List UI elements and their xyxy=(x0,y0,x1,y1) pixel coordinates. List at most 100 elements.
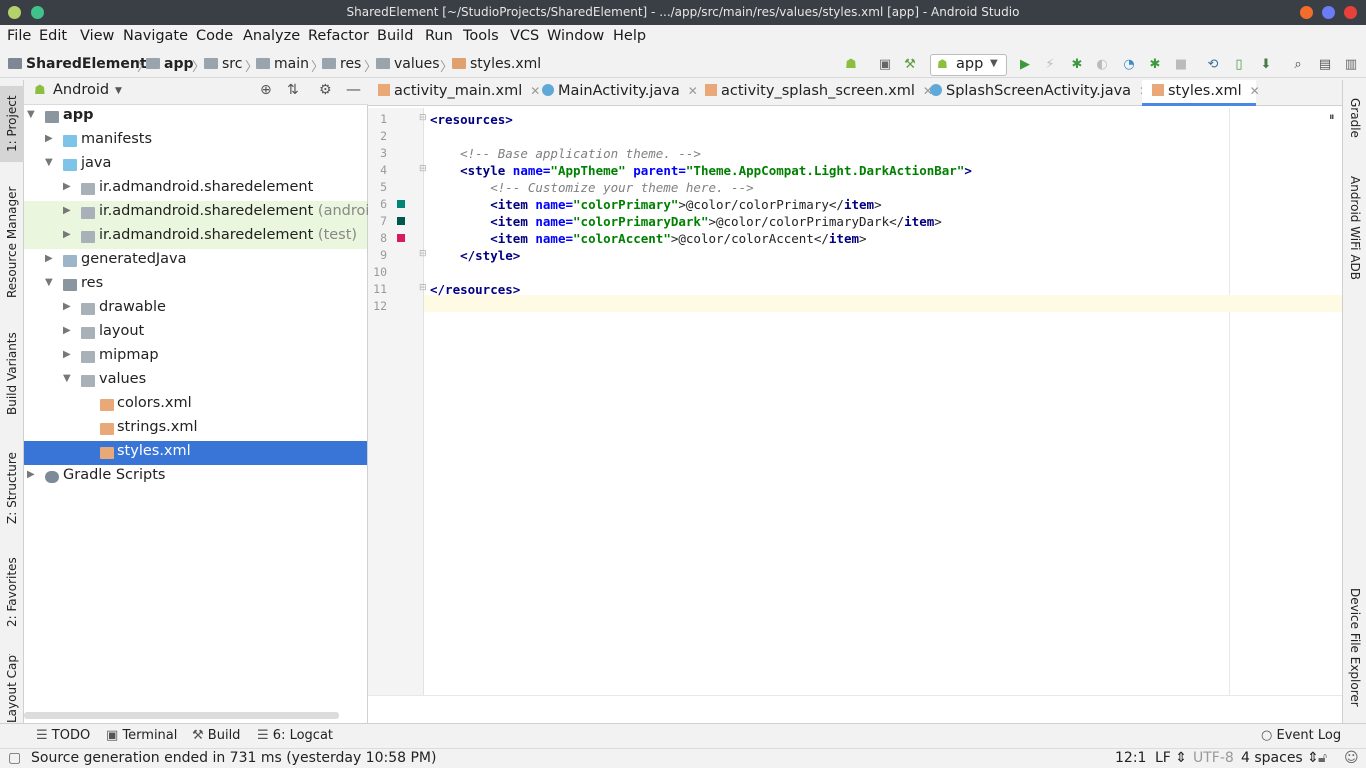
file-encoding[interactable]: UTF-8 xyxy=(1193,750,1234,766)
coverage-icon[interactable]: ◐ xyxy=(1094,57,1110,73)
breadcrumb-src[interactable]: src xyxy=(204,56,242,72)
tool-layout-captures[interactable]: Layout Captures xyxy=(0,654,24,723)
sdk-manager-icon[interactable]: ⬇ xyxy=(1258,57,1274,73)
profile-icon[interactable]: ◔ xyxy=(1121,57,1137,73)
tree-item-colors-xml[interactable]: colors.xml xyxy=(24,393,367,417)
tab-splashscreenactivity-java[interactable]: SplashScreenActivity.java✕ xyxy=(920,80,1149,106)
attach-debugger-icon[interactable]: ✱ xyxy=(1147,57,1163,73)
tool-device-file-explorer[interactable]: Device File Explorer xyxy=(1343,580,1366,715)
menu-edit[interactable]: Edit xyxy=(39,28,67,44)
android-icon: ☗ xyxy=(34,83,46,98)
terminal-toolbar-icon[interactable]: ▥ xyxy=(1343,57,1359,73)
tree-item-layout[interactable]: ▶ layout xyxy=(24,321,367,345)
lock-icon[interactable]: 🔓︎ xyxy=(1318,750,1327,766)
menu-vcs[interactable]: VCS xyxy=(510,28,539,44)
menu-analyze[interactable]: Analyze xyxy=(243,28,300,44)
apply-changes-icon[interactable]: ⚡ xyxy=(1042,57,1058,73)
hide-panel-icon[interactable]: — xyxy=(346,80,361,98)
tab-mainactivity-java[interactable]: MainActivity.java ✕ xyxy=(532,80,698,106)
tool-build[interactable]: ⚒ Build xyxy=(192,728,240,743)
inspector-icon[interactable]: ☺ xyxy=(1344,750,1359,766)
tree-item-gradle-scripts[interactable]: ▶ Gradle Scripts xyxy=(24,465,367,489)
toggle-tool-windows-icon[interactable]: ▢ xyxy=(8,750,21,766)
tree-item-package-test[interactable]: ▶ ir.admandroid.sharedelement (test) xyxy=(24,225,367,249)
caret-position[interactable]: 12:1 xyxy=(1115,750,1146,766)
menu-view[interactable]: View xyxy=(80,28,114,44)
menu-tools[interactable]: Tools xyxy=(463,28,499,44)
tree-item-styles-xml[interactable]: styles.xml xyxy=(24,441,367,465)
tool-terminal[interactable]: ▣ Terminal xyxy=(106,728,177,743)
minimize-button[interactable] xyxy=(1300,6,1313,19)
breadcrumb-res[interactable]: res xyxy=(322,56,361,72)
menu-file[interactable]: File xyxy=(7,28,31,44)
tool-logcat[interactable]: ☰ 6: Logcat xyxy=(257,728,333,743)
tool-gradle[interactable]: Gradle xyxy=(1343,88,1366,148)
breadcrumb-main[interactable]: main xyxy=(256,56,309,72)
menu-run[interactable]: Run xyxy=(425,28,453,44)
menu-bar: File Edit View Navigate Code Analyze Ref… xyxy=(0,25,1366,50)
tree-item-java[interactable]: ▼ java xyxy=(24,153,367,177)
tree-item-strings-xml[interactable]: strings.xml xyxy=(24,417,367,441)
search-icon[interactable]: ⌕ xyxy=(1290,57,1306,73)
maximize-button[interactable] xyxy=(1322,6,1335,19)
breadcrumb-values[interactable]: values xyxy=(376,56,440,72)
stop-icon[interactable]: ■ xyxy=(1173,57,1189,73)
gear-icon[interactable]: ⚙ xyxy=(319,82,332,98)
line-separator[interactable]: LF ⇕ xyxy=(1155,750,1187,766)
color-primary-swatch-icon[interactable] xyxy=(397,200,405,208)
tree-item-app[interactable]: ▼ app xyxy=(24,105,367,129)
gradle-sync-icon[interactable]: ⟲ xyxy=(1205,57,1221,73)
color-accent-swatch-icon[interactable] xyxy=(397,234,405,242)
tab-activity-splash-screen-xml[interactable]: activity_splash_screen.xml ✕ xyxy=(695,80,933,106)
breadcrumb-file[interactable]: styles.xml xyxy=(452,56,541,72)
menu-refactor[interactable]: Refactor xyxy=(308,28,369,44)
indent-setting[interactable]: 4 spaces ⇕ xyxy=(1241,750,1319,766)
make-project-icon[interactable]: ⚒ xyxy=(902,57,918,73)
breadcrumb-app[interactable]: app xyxy=(146,56,194,72)
menu-navigate[interactable]: Navigate xyxy=(123,28,188,44)
tree-item-manifests[interactable]: ▶ manifests xyxy=(24,129,367,153)
menu-code[interactable]: Code xyxy=(196,28,233,44)
tool-structure[interactable]: Z: Structure xyxy=(0,444,24,532)
close-button[interactable] xyxy=(1344,6,1357,19)
layout-inspector-icon[interactable]: ▣ xyxy=(877,57,893,73)
run-config-select[interactable]: ☗ app ▼ xyxy=(930,54,1007,76)
menu-build[interactable]: Build xyxy=(377,28,413,44)
tree-item-package[interactable]: ▶ ir.admandroid.sharedelement xyxy=(24,177,367,201)
horizontal-scrollbar[interactable] xyxy=(24,712,339,719)
tool-resource-manager[interactable]: Resource Manager xyxy=(0,176,24,308)
menu-help[interactable]: Help xyxy=(613,28,646,44)
tree-item-package-androidtest[interactable]: ▶ ir.admandroid.sharedelement (androidTes… xyxy=(24,201,413,225)
tree-item-values[interactable]: ▼ values xyxy=(24,369,367,393)
tool-event-log[interactable]: ○ Event Log xyxy=(1261,728,1341,743)
tool-favorites[interactable]: 2: Favorites xyxy=(0,548,24,636)
xml-file-icon xyxy=(100,447,114,459)
debug-icon[interactable]: ✱ xyxy=(1069,57,1085,73)
close-icon: ✕ xyxy=(1249,84,1260,98)
chevron-down-icon[interactable]: ▼ xyxy=(115,86,122,96)
tool-todo[interactable]: ☰ TODO xyxy=(36,728,90,743)
tree-item-res[interactable]: ▼ res xyxy=(24,273,367,297)
run-icon[interactable]: ▶ xyxy=(1017,57,1033,73)
view-mode-select[interactable]: Android xyxy=(53,82,109,98)
tree-item-drawable[interactable]: ▶ drawable xyxy=(24,297,367,321)
tab-styles-xml[interactable]: styles.xml ✕ xyxy=(1142,80,1260,106)
color-primary-dark-swatch-icon[interactable] xyxy=(397,217,405,225)
tree-item-mipmap[interactable]: ▶ mipmap xyxy=(24,345,367,369)
tool-build-variants[interactable]: Build Variants xyxy=(0,324,24,424)
collapse-all-icon[interactable]: ⇅ xyxy=(287,82,299,98)
android-sync-icon[interactable]: ☗ xyxy=(843,57,859,73)
project-structure-icon[interactable]: ▤ xyxy=(1317,57,1333,73)
android-icon: ☗ xyxy=(937,57,948,71)
java-class-icon xyxy=(542,84,554,96)
breadcrumb-project[interactable]: SharedElement xyxy=(8,56,147,72)
locate-icon[interactable]: ⊕ xyxy=(260,82,272,98)
avd-manager-icon[interactable]: ▯ xyxy=(1231,57,1247,73)
menu-window[interactable]: Window xyxy=(547,28,604,44)
tool-android-wifi-adb[interactable]: Android WiFi ADB xyxy=(1343,168,1366,288)
tab-activity-main-xml[interactable]: activity_main.xml ✕ xyxy=(368,80,540,106)
code-area[interactable]: <resources> <!-- Base application theme.… xyxy=(424,108,1342,695)
tool-project[interactable]: 1: Project xyxy=(0,86,24,162)
terminal-icon: ▣ xyxy=(106,728,119,743)
tree-item-generatedjava[interactable]: ▶ generatedJava xyxy=(24,249,367,273)
